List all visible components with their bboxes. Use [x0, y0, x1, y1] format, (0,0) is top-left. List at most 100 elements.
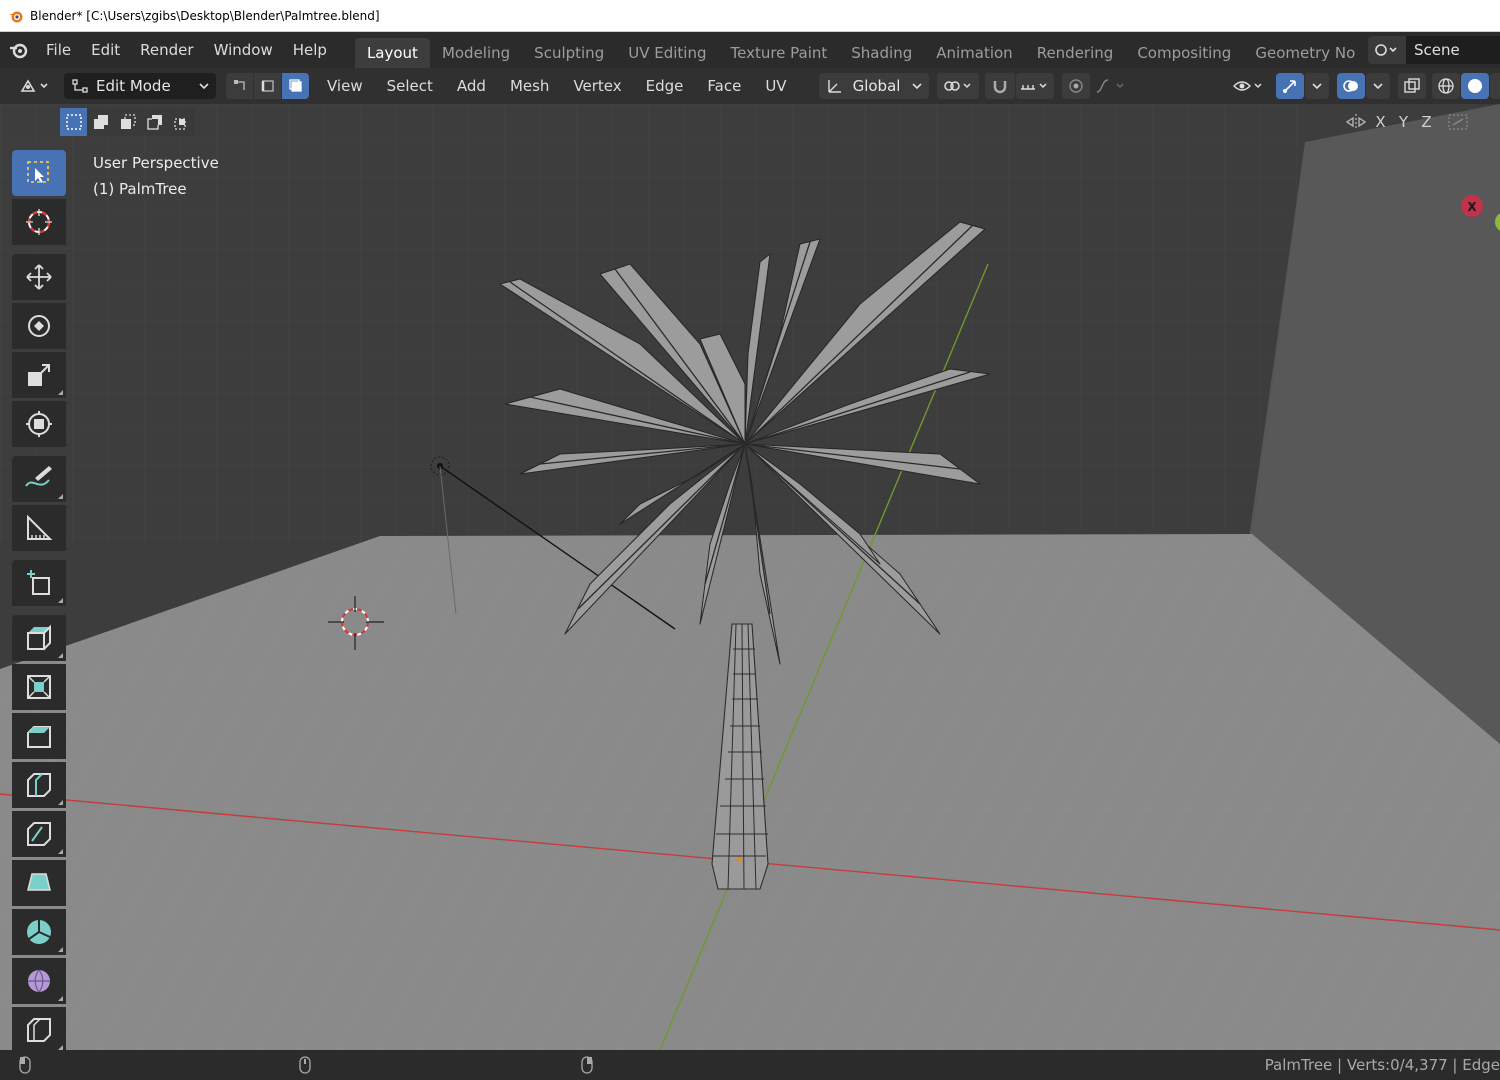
- menu-face[interactable]: Face: [695, 77, 753, 95]
- tab-uv-editing[interactable]: UV Editing: [616, 38, 718, 68]
- snap-target-button[interactable]: [1015, 73, 1054, 99]
- view-name-label: User Perspective: [93, 154, 219, 172]
- extrude-icon: [27, 624, 51, 650]
- gizmo-toggle-button[interactable]: [1276, 73, 1304, 99]
- tool-shelf: [12, 150, 68, 1062]
- material-shading-button[interactable]: [1490, 73, 1500, 99]
- spin-tool[interactable]: [12, 909, 66, 955]
- add-cube-tool[interactable]: [12, 560, 66, 606]
- snap-increment-icon: [1020, 83, 1047, 90]
- visibility-dropdown[interactable]: [1228, 73, 1270, 99]
- vertex-select-button[interactable]: [226, 73, 253, 99]
- menu-render[interactable]: Render: [130, 36, 203, 64]
- tab-geometry-nodes[interactable]: Geometry No: [1243, 38, 1367, 68]
- active-object-label: (1) PalmTree: [93, 180, 187, 198]
- menu-uv[interactable]: UV: [753, 77, 798, 95]
- bevel-tool[interactable]: [12, 713, 66, 759]
- menu-edit[interactable]: Edit: [81, 36, 130, 64]
- workspace-tabs: Layout Modeling Sculpting UV Editing Tex…: [354, 32, 1367, 68]
- extrude-region-tool[interactable]: [12, 615, 66, 661]
- tab-compositing[interactable]: Compositing: [1125, 38, 1243, 68]
- edge-slide-tool[interactable]: [12, 1007, 66, 1053]
- select-invert-button[interactable]: [141, 108, 168, 136]
- face-select-button[interactable]: [282, 73, 309, 99]
- scene-name[interactable]: Scene: [1406, 36, 1500, 64]
- move-tool[interactable]: [12, 254, 66, 300]
- select-extend-button[interactable]: [87, 108, 114, 136]
- menu-vertex[interactable]: Vertex: [561, 77, 633, 95]
- blender-menu-icon[interactable]: [0, 32, 36, 68]
- transform-tool[interactable]: [12, 401, 66, 447]
- gizmo-dropdown[interactable]: [1305, 73, 1329, 99]
- overlays-icon: [1343, 80, 1358, 92]
- orientation-icon: [827, 80, 841, 93]
- inset-faces-tool[interactable]: [12, 664, 66, 710]
- 3d-viewport[interactable]: X User Perspective (1) PalmTree: [0, 104, 1500, 1050]
- scene-icon[interactable]: [1368, 36, 1406, 64]
- tab-sculpting[interactable]: Sculpting: [522, 38, 616, 68]
- wireframe-shading-button[interactable]: [1432, 73, 1460, 99]
- edge-select-button[interactable]: [254, 73, 281, 99]
- scale-tool[interactable]: [12, 352, 66, 398]
- annotate-tool[interactable]: [12, 456, 66, 502]
- menu-mesh[interactable]: Mesh: [498, 77, 562, 95]
- overlays-toggle-button[interactable]: [1337, 73, 1365, 99]
- overlays-dropdown[interactable]: [1366, 73, 1390, 99]
- axis-z-button[interactable]: Z: [1415, 113, 1438, 131]
- solid-shading-button[interactable]: [1461, 73, 1489, 99]
- auto-merge-icon[interactable]: [1446, 112, 1470, 132]
- mode-label: Edit Mode: [96, 77, 171, 95]
- proportional-edit-button[interactable]: [1061, 73, 1090, 99]
- tab-layout[interactable]: Layout: [354, 38, 430, 68]
- eye-icon: [1233, 81, 1262, 91]
- axis-constraint-buttons: X Y Z: [1343, 108, 1470, 136]
- loop-cut-tool[interactable]: [12, 762, 66, 808]
- measure-ruler-icon: [27, 514, 53, 540]
- gizmo-icon: [1283, 80, 1296, 93]
- rotate-tool[interactable]: [12, 303, 66, 349]
- pivot-point-button[interactable]: [936, 73, 979, 99]
- select-box-tool[interactable]: [12, 150, 66, 196]
- smooth-sphere-icon: [28, 969, 50, 993]
- proportional-falloff-button[interactable]: [1090, 73, 1131, 99]
- snap-toggle-button[interactable]: [984, 73, 1015, 99]
- menu-help[interactable]: Help: [283, 36, 337, 64]
- editor-type-button[interactable]: [14, 73, 56, 99]
- falloff-curve-icon: [1096, 79, 1124, 93]
- scene-selector[interactable]: Scene: [1368, 36, 1500, 64]
- add-cube-icon: [27, 570, 50, 595]
- tab-modeling[interactable]: Modeling: [430, 38, 522, 68]
- menu-view[interactable]: View: [315, 77, 375, 95]
- select-subtract-button[interactable]: [114, 108, 141, 136]
- transform-orientation-dropdown[interactable]: Global: [818, 73, 929, 99]
- axis-x-button[interactable]: X: [1369, 113, 1392, 131]
- axis-y-button[interactable]: Y: [1392, 113, 1415, 131]
- select-new-button[interactable]: [60, 108, 87, 136]
- cursor-icon: [26, 209, 52, 235]
- menu-window[interactable]: Window: [204, 36, 283, 64]
- bevel-icon: [27, 726, 51, 748]
- move-arrows-icon: [26, 264, 52, 290]
- cursor-tool[interactable]: [12, 199, 66, 245]
- tab-texture-paint[interactable]: Texture Paint: [718, 38, 839, 68]
- poly-build-tool[interactable]: [12, 860, 66, 906]
- measure-tool[interactable]: [12, 505, 66, 551]
- menu-edge[interactable]: Edge: [634, 77, 696, 95]
- knife-tool[interactable]: [12, 811, 66, 857]
- tab-shading[interactable]: Shading: [839, 38, 924, 68]
- menu-select[interactable]: Select: [375, 77, 445, 95]
- viewport-scene[interactable]: X: [0, 104, 1500, 1050]
- mirror-icon[interactable]: [1343, 112, 1369, 132]
- menu-file[interactable]: File: [36, 36, 81, 64]
- tab-animation[interactable]: Animation: [924, 38, 1024, 68]
- tab-rendering[interactable]: Rendering: [1025, 38, 1126, 68]
- select-intersect-button[interactable]: [168, 108, 195, 136]
- mode-dropdown[interactable]: Edit Mode: [64, 73, 216, 99]
- edge-slide-icon: [27, 1018, 51, 1042]
- xray-toggle-button[interactable]: [1398, 73, 1426, 99]
- edit-mode-icon: [72, 79, 88, 93]
- menu-add[interactable]: Add: [445, 77, 498, 95]
- smooth-tool[interactable]: [12, 958, 66, 1004]
- viewport-right-controls: [1228, 73, 1500, 99]
- select-mode-tools: [60, 108, 195, 136]
